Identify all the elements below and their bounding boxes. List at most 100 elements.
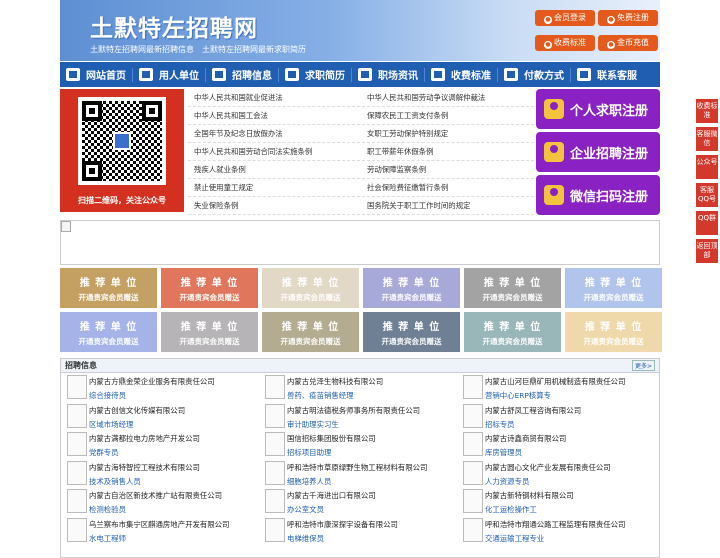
recharge-button[interactable]: ● 金币充值 — [598, 35, 658, 51]
law-link[interactable]: 残疾人就业条例 — [188, 164, 361, 175]
side-qq-group-button[interactable]: QQ群 — [696, 211, 718, 235]
recommended-employer-tile[interactable]: 推 荐 单 位开通贵宾会员赠送 — [464, 312, 561, 352]
law-link[interactable]: 保障农民工工资支付条例 — [361, 110, 534, 121]
job-position-link[interactable]: 兽药、疫苗销售经理 — [287, 387, 461, 401]
nav-resumes[interactable]: 求职简历 — [279, 62, 351, 87]
company-name-link[interactable]: 乌兰察布市集宁区麒通房地产开发有限公司 — [89, 517, 263, 530]
law-link[interactable]: 中华人民共和国劳动合同法实施条例 — [188, 146, 361, 157]
company-name-link[interactable]: 内蒙古舒凤工程咨询有限公司 — [485, 403, 659, 416]
side-wechat-button[interactable]: 客服微信 — [696, 127, 718, 151]
company-name-link[interactable]: 内蒙古海特智控工程技术有限公司 — [89, 460, 263, 473]
recommended-employer-tile[interactable]: 推 荐 单 位开通贵宾会员赠送 — [262, 268, 359, 308]
nav-pricing[interactable]: 收费标准 — [425, 62, 497, 87]
job-position-link[interactable]: 区域市场经理 — [89, 416, 263, 430]
company-logo[interactable] — [67, 432, 87, 456]
company-name-link[interactable]: 呼和浩特市翔通公路工程监理有限责任公司 — [485, 517, 659, 530]
law-link[interactable]: 全国年节及纪念日放假办法 — [188, 128, 361, 139]
company-name-link[interactable]: 内蒙古圆心文化产业发展有限责任公司 — [485, 460, 659, 473]
ad-banner[interactable] — [60, 220, 660, 265]
company-logo[interactable] — [67, 375, 87, 399]
recommended-employer-tile[interactable]: 推 荐 单 位开通贵宾会员赠送 — [60, 268, 157, 308]
company-name-link[interactable]: 内蒙古山河巨鼎矿用机械制造有限责任公司 — [485, 374, 659, 387]
company-logo[interactable] — [265, 375, 285, 399]
job-position-link[interactable]: 电梯维保员 — [287, 530, 461, 544]
job-position-link[interactable]: 检测检验员 — [89, 501, 263, 515]
company-logo[interactable] — [463, 403, 483, 428]
site-logo[interactable]: 土默特左招聘网 — [90, 9, 258, 43]
pricing-button[interactable]: ● 收费标准 — [535, 35, 595, 51]
company-logo[interactable] — [463, 460, 483, 485]
company-logo[interactable] — [265, 403, 285, 428]
wechat-register-button[interactable]: 微信扫码注册 — [536, 175, 660, 215]
law-link[interactable]: 中华人民共和国工会法 — [188, 110, 361, 121]
job-position-link[interactable]: 营销中心ERP核算专 — [485, 387, 659, 401]
employer-register-button[interactable]: 企业招聘注册 — [536, 132, 660, 172]
law-link[interactable]: 社会保险费征缴暂行条例 — [361, 182, 534, 193]
recommended-employer-tile[interactable]: 推 荐 单 位开通贵宾会员赠送 — [363, 268, 460, 308]
recommended-employer-tile[interactable]: 推 荐 单 位开通贵宾会员赠送 — [60, 312, 157, 352]
company-logo[interactable] — [463, 375, 483, 399]
company-logo[interactable] — [463, 517, 483, 542]
company-name-link[interactable]: 呼和浩特市康深探宇设备有限公司 — [287, 517, 461, 530]
company-logo[interactable] — [265, 517, 285, 542]
company-name-link[interactable]: 内蒙古兑泽生物科技有限公司 — [287, 374, 461, 387]
job-position-link[interactable]: 招标专员 — [485, 416, 659, 430]
law-link[interactable]: 国务院关于职工工作时间的规定 — [361, 200, 534, 211]
job-position-link[interactable]: 细胞培养人员 — [287, 473, 461, 487]
job-position-link[interactable]: 交通运输工程专业 — [485, 530, 659, 544]
company-name-link[interactable]: 国信招标集团股份有限公司 — [287, 431, 461, 444]
recommended-employer-tile[interactable]: 推 荐 单 位开通贵宾会员赠送 — [565, 312, 662, 352]
job-position-link[interactable]: 化工运检操作工 — [485, 501, 659, 515]
law-link[interactable]: 中华人民共和国劳动争议调解仲裁法 — [361, 92, 534, 103]
more-link[interactable]: 更多> — [631, 360, 655, 371]
company-logo[interactable] — [67, 403, 87, 428]
company-logo[interactable] — [265, 460, 285, 485]
company-logo[interactable] — [463, 432, 483, 456]
law-link[interactable]: 中华人民共和国就业促进法 — [188, 92, 361, 103]
company-name-link[interactable]: 内蒙古自治区新技术推广站有限责任公司 — [89, 488, 263, 501]
recommended-employer-tile[interactable]: 推 荐 单 位开通贵宾会员赠送 — [262, 312, 359, 352]
company-logo[interactable] — [67, 517, 87, 542]
login-button[interactable]: ● 会员登录 — [535, 10, 595, 26]
side-official-account-button[interactable]: 公众号 — [696, 155, 718, 179]
job-position-link[interactable]: 人力资源专员 — [485, 473, 659, 487]
law-link[interactable]: 禁止使用童工规定 — [188, 182, 361, 193]
company-name-link[interactable]: 内蒙古满都拉电力房地产开发公司 — [89, 431, 263, 444]
nav-support[interactable]: 联系客服 — [571, 62, 643, 87]
job-position-link[interactable]: 审计助理实习生 — [287, 416, 461, 430]
company-name-link[interactable]: 呼和浩特市草原绿野生物工程材料有限公司 — [287, 460, 461, 473]
job-position-link[interactable]: 党群专员 — [89, 444, 263, 458]
recommended-employer-tile[interactable]: 推 荐 单 位开通贵宾会员赠送 — [363, 312, 460, 352]
law-link[interactable]: 失业保险条例 — [188, 200, 361, 211]
company-name-link[interactable]: 内蒙古诗鑫商贸有限公司 — [485, 431, 659, 444]
job-position-link[interactable]: 水电工程师 — [89, 530, 263, 544]
job-position-link[interactable]: 招标项目助理 — [287, 444, 461, 458]
side-qq-button[interactable]: 客服QQ号 — [696, 183, 718, 207]
company-name-link[interactable]: 内蒙古方鼎金荣企业服务有限责任公司 — [89, 374, 263, 387]
law-link[interactable]: 女职工劳动保护特别规定 — [361, 128, 534, 139]
company-name-link[interactable]: 内蒙古千海进出口有限公司 — [287, 488, 461, 501]
back-to-top-button[interactable]: 返回顶部 — [696, 239, 718, 263]
job-position-link[interactable]: 库房管理员 — [485, 444, 659, 458]
job-position-link[interactable]: 综合接待员 — [89, 387, 263, 401]
nav-payment[interactable]: 付款方式 — [498, 62, 570, 87]
company-logo[interactable] — [265, 432, 285, 456]
company-logo[interactable] — [463, 489, 483, 513]
company-name-link[interactable]: 内蒙古新特钢材料有限公司 — [485, 488, 659, 501]
job-seeker-register-button[interactable]: 个人求职注册 — [536, 89, 660, 129]
job-position-link[interactable]: 技术及销售人员 — [89, 473, 263, 487]
company-logo[interactable] — [67, 460, 87, 485]
company-logo[interactable] — [265, 489, 285, 513]
nav-jobs[interactable]: 招聘信息 — [206, 62, 278, 87]
recommended-employer-tile[interactable]: 推 荐 单 位开通贵宾会员赠送 — [565, 268, 662, 308]
recommended-employer-tile[interactable]: 推 荐 单 位开通贵宾会员赠送 — [464, 268, 561, 308]
recommended-employer-tile[interactable]: 推 荐 单 位开通贵宾会员赠送 — [161, 312, 258, 352]
nav-employers[interactable]: 用人单位 — [133, 62, 205, 87]
side-pricing-button[interactable]: 收费标准 — [696, 99, 718, 123]
law-link[interactable]: 职工带薪年休假条例 — [361, 146, 534, 157]
job-position-link[interactable]: 办公室文员 — [287, 501, 461, 515]
nav-home[interactable]: 网站首页 — [60, 62, 132, 87]
register-button[interactable]: ● 免费注册 — [598, 10, 658, 26]
nav-news[interactable]: 职场资讯 — [352, 62, 424, 87]
recommended-employer-tile[interactable]: 推 荐 单 位开通贵宾会员赠送 — [161, 268, 258, 308]
